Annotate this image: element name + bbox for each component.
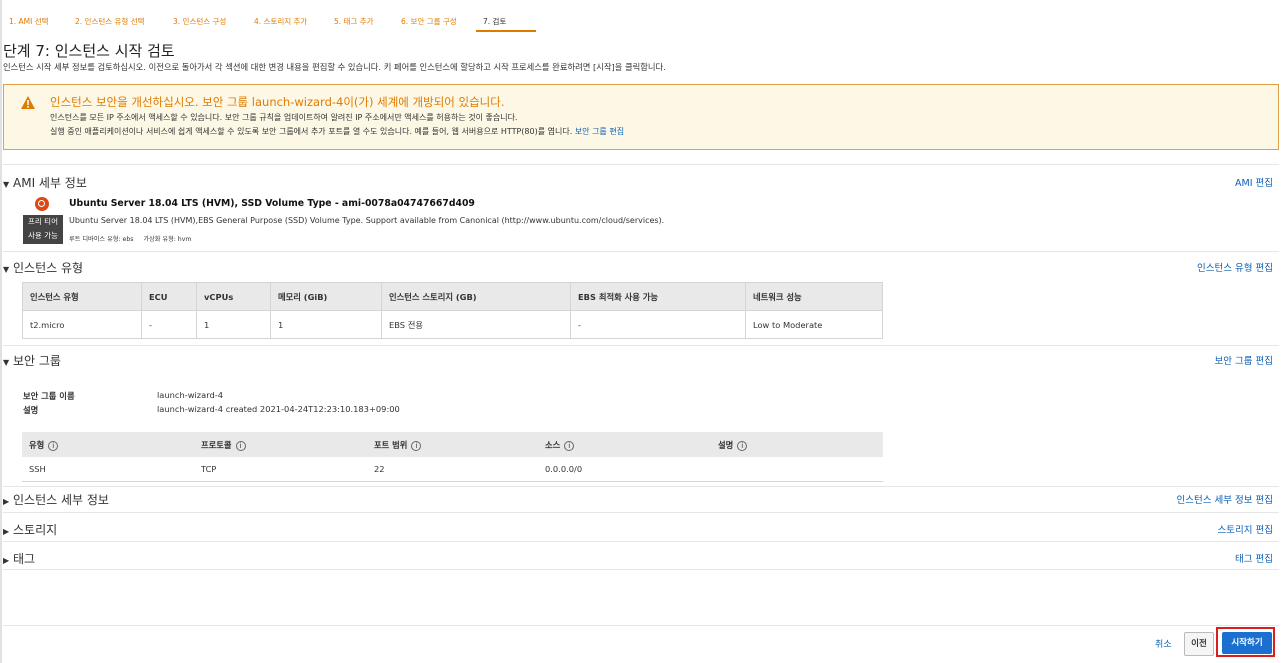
warning-icon	[21, 96, 35, 109]
column-header: ECU	[141, 282, 197, 311]
security-warning-box: 인스턴스 보안을 개선하십시오. 보안 그룹 launch-wizard-4이(…	[3, 84, 1279, 150]
edit-security-group-link[interactable]: 보안 그룹 편집	[575, 127, 624, 136]
column-header: 포트 범위 i	[367, 432, 538, 457]
page-description: 인스턴스 시작 세부 정보를 검토하십시오. 이전으로 돌아가서 각 섹션에 대…	[3, 62, 666, 72]
caret-down-icon: ▼	[3, 265, 10, 274]
tab-step-3[interactable]: 3. 인스턴스 구성	[173, 16, 226, 27]
table-cell: t2.micro	[22, 310, 142, 339]
table-header-row: 인스턴스 유형 ECU vCPUs 메모리 (GiB) 인스턴스 스토리지 (G…	[22, 282, 883, 311]
cancel-button[interactable]: 취소	[1155, 637, 1172, 650]
ami-name: Ubuntu Server 18.04 LTS (HVM), SSD Volum…	[69, 198, 475, 209]
security-group-name-value: launch-wizard-4	[157, 390, 224, 400]
divider	[3, 345, 1279, 346]
table-cell: SSH	[22, 457, 194, 482]
security-group-name-label: 보안 그룹 이름	[23, 391, 75, 401]
caret-right-icon: ▶	[3, 527, 10, 536]
column-header: 소스 i	[538, 432, 711, 457]
column-header: 인스턴스 유형	[22, 282, 142, 311]
section-storage-header[interactable]: ▶ 스토리지	[3, 521, 57, 538]
edit-ami-link[interactable]: AMI 편집	[1235, 175, 1273, 189]
divider	[3, 164, 1279, 165]
info-icon[interactable]: i	[737, 440, 748, 451]
security-rules-table: 유형 i 프로토콜 i 포트 범위 i 소스 i 설명 i SSH TCP 22 0.0.…	[22, 432, 883, 482]
left-border	[0, 0, 2, 663]
caret-down-icon: ▼	[3, 180, 10, 189]
ubuntu-logo-icon	[35, 197, 49, 211]
table-cell: 1	[270, 310, 382, 339]
caret-down-icon: ▼	[3, 358, 10, 367]
tab-step-7[interactable]: 7. 검토	[483, 16, 506, 27]
section-security-group-header[interactable]: ▼ 보안 그룹	[3, 352, 61, 369]
table-row: t2.micro - 1 1 EBS 전용 - Low to Moderate	[22, 310, 883, 339]
table-cell: EBS 전용	[381, 310, 571, 339]
tab-step-4[interactable]: 4. 스토리지 추가	[254, 16, 307, 27]
table-cell: 0.0.0.0/0	[538, 457, 711, 482]
table-cell: -	[141, 310, 197, 339]
launch-button[interactable]: 시작하기	[1222, 632, 1272, 654]
edit-instance-details-link[interactable]: 인스턴스 세부 정보 편집	[1177, 492, 1273, 506]
ami-description: Ubuntu Server 18.04 LTS (HVM),EBS Genera…	[69, 216, 665, 225]
edit-security-group-link[interactable]: 보안 그룹 편집	[1215, 353, 1273, 367]
divider	[3, 251, 1279, 252]
section-instance-details-header[interactable]: ▶ 인스턴스 세부 정보	[3, 491, 109, 508]
info-icon[interactable]: i	[411, 440, 422, 451]
table-cell: 1	[196, 310, 271, 339]
warning-title: 인스턴스 보안을 개선하십시오. 보안 그룹 launch-wizard-4이(…	[50, 95, 505, 109]
active-tab-underline	[476, 30, 536, 32]
previous-button[interactable]: 이전	[1184, 632, 1214, 656]
divider	[3, 541, 1279, 542]
table-cell: Low to Moderate	[745, 310, 883, 339]
divider	[3, 569, 1279, 570]
section-instance-type-header[interactable]: ▼ 인스턴스 유형	[3, 259, 83, 276]
edit-tags-link[interactable]: 태그 편집	[1235, 551, 1273, 565]
table-cell: -	[570, 310, 746, 339]
column-header: EBS 최적화 사용 가능	[570, 282, 746, 311]
caret-right-icon: ▶	[3, 556, 10, 565]
column-header: 유형 i	[22, 432, 194, 457]
security-group-description-value: launch-wizard-4 created 2021-04-24T12:23…	[157, 404, 400, 414]
column-header: vCPUs	[196, 282, 271, 311]
info-icon[interactable]: i	[235, 440, 246, 451]
table-cell: 22	[367, 457, 538, 482]
tab-step-2[interactable]: 2. 인스턴스 유형 선택	[75, 16, 145, 27]
info-icon[interactable]: i	[48, 440, 59, 451]
footer-divider	[3, 625, 1279, 626]
free-tier-badge: 프리 티어 사용 가능	[23, 215, 63, 244]
column-header: 네트워크 성능	[745, 282, 883, 311]
column-header: 메모리 (GiB)	[270, 282, 382, 311]
warning-text-2: 실행 중인 애플리케이션이나 서비스에 쉽게 액세스할 수 있도록 보안 그룹에…	[50, 127, 625, 136]
table-cell: TCP	[194, 457, 367, 482]
tab-step-6[interactable]: 6. 보안 그룹 구성	[401, 16, 457, 27]
page-title: 단계 7: 인스턴스 시작 검토	[3, 42, 175, 60]
ami-metadata: 루트 디바이스 유형: ebs 가상화 유형: hvm	[69, 236, 192, 243]
section-tags-header[interactable]: ▶ 태그	[3, 550, 35, 567]
table-cell	[711, 457, 883, 482]
table-row: SSH TCP 22 0.0.0.0/0	[22, 457, 883, 482]
column-header: 설명 i	[711, 432, 883, 457]
edit-storage-link[interactable]: 스토리지 편집	[1218, 522, 1273, 536]
column-header: 프로토콜 i	[194, 432, 367, 457]
tab-step-1[interactable]: 1. AMI 선택	[9, 16, 49, 27]
edit-instance-type-link[interactable]: 인스턴스 유형 편집	[1197, 260, 1273, 274]
divider	[3, 512, 1279, 513]
table-header-row: 유형 i 프로토콜 i 포트 범위 i 소스 i 설명 i	[22, 432, 883, 457]
info-icon[interactable]: i	[564, 440, 575, 451]
section-ami-header[interactable]: ▼ AMI 세부 정보	[3, 174, 87, 191]
caret-right-icon: ▶	[3, 497, 10, 506]
instance-type-table: 인스턴스 유형 ECU vCPUs 메모리 (GiB) 인스턴스 스토리지 (G…	[22, 282, 883, 339]
security-group-description-label: 설명	[23, 405, 39, 415]
tab-step-5[interactable]: 5. 태그 추가	[334, 16, 374, 27]
divider	[3, 486, 1279, 487]
warning-text-1: 인스턴스를 모든 IP 주소에서 액세스할 수 있습니다. 보안 그룹 규칙을 …	[50, 113, 518, 122]
column-header: 인스턴스 스토리지 (GB)	[381, 282, 571, 311]
